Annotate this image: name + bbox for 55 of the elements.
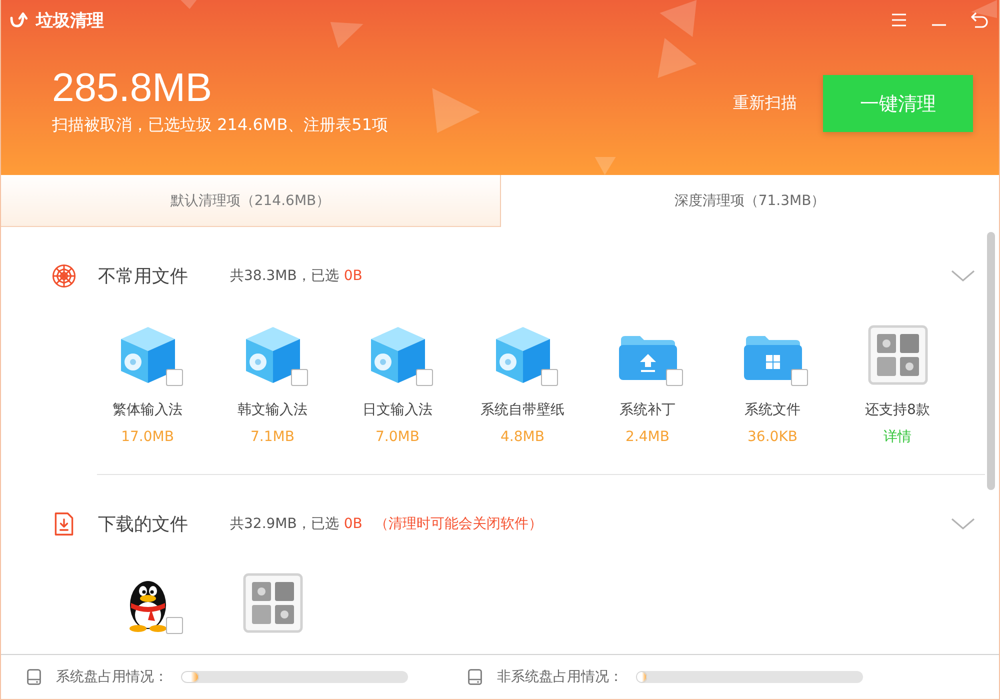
selected-size: 0B — [344, 268, 362, 284]
drive-icon — [468, 669, 482, 685]
total-size: 285.8MB — [52, 65, 214, 112]
selected-size: 0B — [344, 516, 362, 532]
spiderweb-icon — [52, 264, 76, 288]
checkbox[interactable] — [666, 369, 682, 386]
details-link[interactable]: 详情 — [884, 427, 912, 447]
section-title: 下载的文件 — [98, 513, 188, 536]
chevron-down-icon[interactable] — [951, 270, 975, 282]
disk-usage-label: 系统盘占用情况： — [56, 668, 168, 686]
disk-usage-label: 非系统盘占用情况： — [497, 668, 623, 686]
section-summary: 共38.3MB，已选 — [230, 267, 339, 285]
triangle-decoration — [180, 0, 197, 9]
triangle-decoration — [432, 88, 480, 133]
triangle-decoration — [660, 0, 697, 37]
item-label: 系统自带壁纸 — [480, 401, 564, 420]
item-size: 36.0KB — [748, 428, 798, 447]
rescan-link[interactable]: 重新扫描 — [733, 93, 797, 114]
chevron-down-icon[interactable] — [951, 518, 975, 530]
item-label: 系统补丁 — [620, 401, 676, 420]
clean-button[interactable]: 一键清理 — [823, 75, 973, 132]
item-label: 系统文件 — [744, 401, 800, 420]
window-title: 垃圾清理 — [36, 10, 104, 32]
triangle-decoration — [594, 157, 616, 175]
item-size: 17.0MB — [121, 428, 174, 447]
app-grid-icon — [868, 325, 928, 385]
item-label: 繁体输入法 — [112, 401, 182, 420]
checkbox[interactable] — [166, 369, 182, 386]
item-label: 韩文输入法 — [238, 401, 308, 420]
item-size: 4.8MB — [500, 428, 544, 447]
warning-note: （清理时可能会关闭软件） — [374, 515, 542, 533]
tab[interactable]: 默认清理项（214.6MB） — [1, 175, 500, 227]
section-summary: 共32.9MB，已选 — [230, 515, 339, 533]
scan-status-text: 扫描被取消，已选垃圾 214.6MB、注册表51项 — [52, 114, 388, 136]
item-label: 还支持8款 — [865, 401, 930, 420]
item-size: 7.0MB — [376, 428, 420, 447]
section-title: 不常用文件 — [98, 265, 188, 288]
triangle-decoration — [658, 38, 697, 78]
return-arrow-icon[interactable] — [971, 12, 989, 28]
item-size: 7.1MB — [250, 428, 294, 447]
app-grid-icon — [242, 573, 302, 633]
drive-icon — [27, 669, 41, 685]
triangle-decoration — [330, 22, 364, 48]
scrollbar-thumb[interactable] — [987, 232, 995, 490]
download-file-icon — [52, 512, 76, 536]
checkbox[interactable] — [290, 369, 308, 386]
item-size: 2.4MB — [626, 428, 670, 447]
menu-icon[interactable] — [891, 13, 907, 27]
checkbox[interactable] — [166, 617, 182, 634]
logo-icon — [9, 10, 29, 30]
item-label: 日文输入法 — [362, 401, 432, 420]
checkbox[interactable] — [790, 369, 808, 386]
checkbox[interactable] — [540, 369, 558, 386]
triangle-decoration — [971, 0, 997, 18]
checkbox[interactable] — [416, 369, 432, 386]
